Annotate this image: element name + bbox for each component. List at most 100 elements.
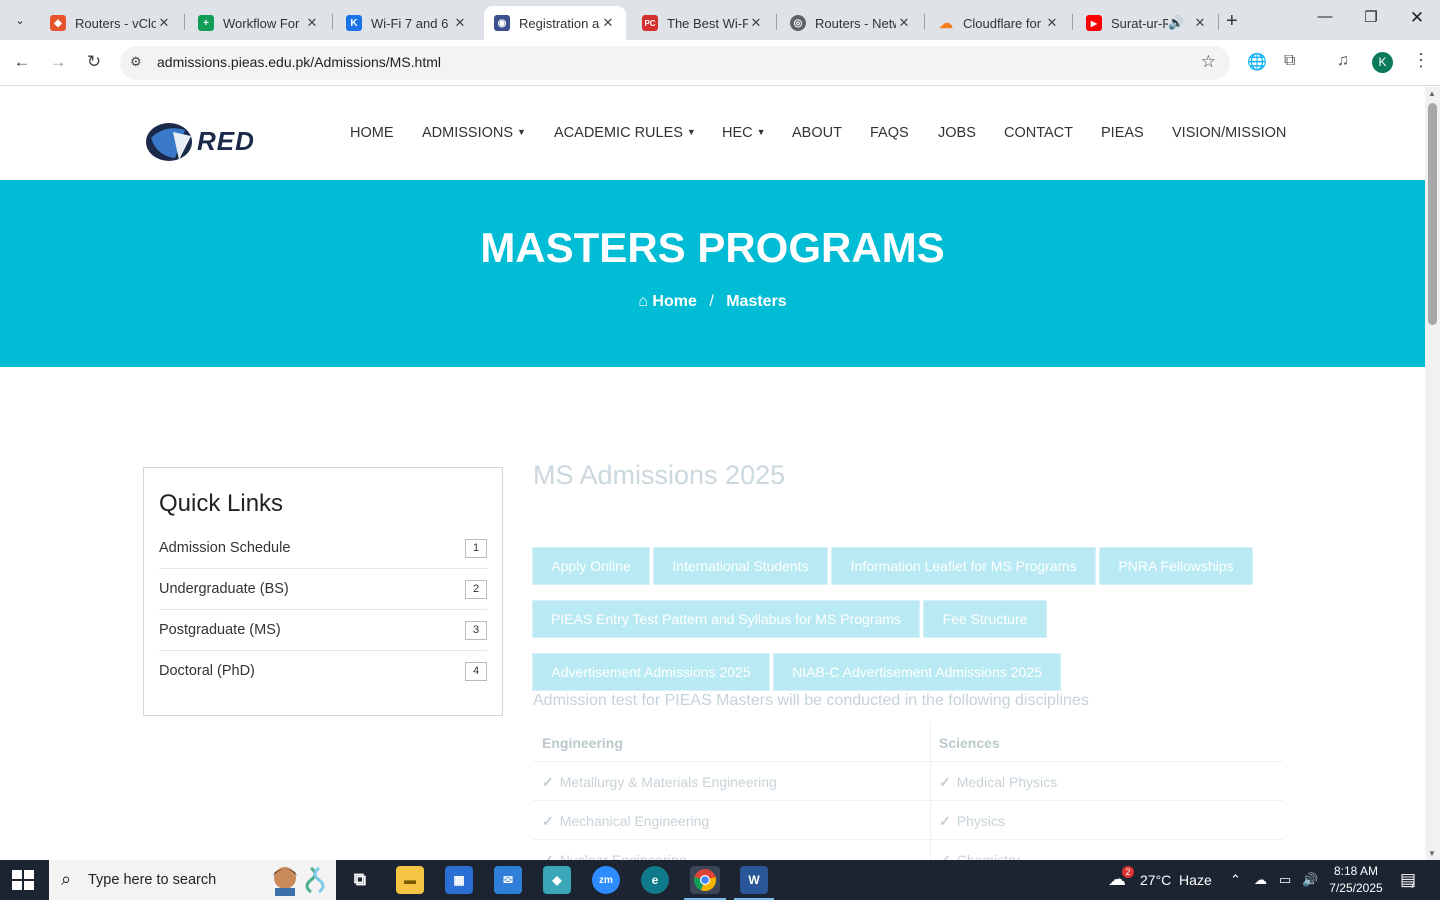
international-students-button[interactable]: International Students <box>653 547 828 585</box>
system-clock[interactable]: 8:18 AM 7/25/2025 <box>1322 863 1390 897</box>
nav-academic-rules[interactable]: ACADEMIC RULES ▼ <box>554 125 696 141</box>
restore-icon[interactable]: ❐ <box>1356 8 1386 26</box>
back-arrow-icon[interactable]: ← <box>11 52 33 72</box>
chrome-icon[interactable] <box>690 866 720 894</box>
profile-avatar[interactable]: K <box>1372 52 1393 73</box>
disciplines-note: Admission test for PIEAS Masters will be… <box>533 692 1089 709</box>
taskbar-search-box[interactable]: ⌕ Type here to search <box>49 860 336 900</box>
volume-icon[interactable]: 🔊 <box>1302 872 1318 888</box>
nav-vision-mission[interactable]: VISION/MISSION <box>1172 125 1286 141</box>
search-icon: ⌕ <box>61 869 72 889</box>
menu-kebab-icon[interactable]: ⋮ <box>1412 50 1430 71</box>
forward-arrow-icon[interactable]: → <box>47 52 69 72</box>
close-icon[interactable]: ✕ <box>304 15 320 31</box>
windows-start-icon[interactable] <box>12 870 34 890</box>
quick-links-panel: Quick Links Admission Schedule 1 Undergr… <box>143 467 503 716</box>
check-icon: ✓ <box>939 852 951 860</box>
store-icon[interactable]: ▦ <box>445 866 473 894</box>
nav-label: JOBS <box>938 125 976 141</box>
quick-link-item[interactable]: Undergraduate (BS) 2 <box>159 569 487 610</box>
file-explorer-icon[interactable]: ▬ <box>396 866 424 894</box>
bookmark-star-icon[interactable]: ☆ <box>1201 52 1216 72</box>
home-icon[interactable]: ⌂ <box>638 293 648 310</box>
nav-pieas[interactable]: PIEAS <box>1101 125 1144 141</box>
app-diamond-icon[interactable]: ◆ <box>543 866 571 894</box>
quick-link-badge: 3 <box>465 621 487 640</box>
breadcrumb-separator: / <box>709 293 714 310</box>
media-controls-icon[interactable]: ♫ <box>1337 52 1349 70</box>
browser-tab[interactable]: ◎ Routers - Netw ✕ <box>780 6 922 40</box>
nav-home[interactable]: HOME <box>350 125 394 141</box>
close-icon[interactable]: ✕ <box>156 15 172 31</box>
onedrive-cloud-icon[interactable]: ☁ <box>1254 872 1267 888</box>
quick-link-label: Doctoral (PhD) <box>159 663 255 679</box>
new-tab-plus-icon[interactable]: + <box>1226 10 1238 33</box>
tab-title: The Best Wi-Fi <box>667 15 748 31</box>
notification-count: 7 <box>1410 880 1416 890</box>
advertisement-button[interactable]: Advertisement Admissions 2025 <box>532 653 770 691</box>
task-view-icon[interactable]: ⧉ <box>346 866 374 894</box>
quick-link-item[interactable]: Postgraduate (MS) 3 <box>159 610 487 651</box>
nav-admissions[interactable]: ADMISSIONS ▼ <box>422 125 526 141</box>
close-icon[interactable]: ✕ <box>452 15 468 31</box>
nav-jobs[interactable]: JOBS <box>938 125 976 141</box>
browser-tab[interactable]: + Workflow For ✕ <box>188 6 330 40</box>
audio-icon[interactable]: 🔊 <box>1168 15 1184 31</box>
close-icon[interactable]: ✕ <box>896 15 912 31</box>
weather-text[interactable]: 27°C Haze <box>1140 872 1212 888</box>
close-icon[interactable]: ✕ <box>1192 15 1208 31</box>
fee-structure-button[interactable]: Fee Structure <box>923 600 1047 638</box>
scroll-down-icon[interactable]: ▼ <box>1428 849 1436 858</box>
niab-advertisement-button[interactable]: NIAB-C Advertisement Admissions 2025 <box>773 653 1061 691</box>
mail-icon[interactable]: ✉ <box>494 866 522 894</box>
browser-tab[interactable]: ▶ Surat-ur-R 🔊 ✕ <box>1076 6 1218 40</box>
close-icon[interactable]: ✕ <box>1044 15 1060 31</box>
url-text[interactable]: admissions.pieas.edu.pk/Admissions/MS.ht… <box>157 54 441 70</box>
scrollbar-thumb[interactable] <box>1428 103 1437 325</box>
pnra-fellowships-button[interactable]: PNRA Fellowships <box>1099 547 1253 585</box>
table-cell: ✓ Metallurgy & Materials Engineering <box>533 762 930 801</box>
web-page: RED HOME ADMISSIONS ▼ ACADEMIC RULES ▼ HEC… <box>0 87 1425 860</box>
word-icon[interactable]: W <box>740 866 768 894</box>
page-scrollbar[interactable]: ▲ ▼ <box>1425 87 1440 860</box>
minimize-icon[interactable]: — <box>1310 8 1340 25</box>
tray-chevron-icon[interactable]: ⌃ <box>1230 872 1241 888</box>
nav-faqs[interactable]: FAQS <box>870 125 909 141</box>
browser-tab[interactable]: PC The Best Wi-Fi ✕ <box>632 6 774 40</box>
quick-link-item[interactable]: Doctoral (PhD) 4 <box>159 651 487 692</box>
tab-favicon-icon: ◉ <box>494 15 510 31</box>
close-icon[interactable]: ✕ <box>600 15 616 31</box>
scroll-up-icon[interactable]: ▲ <box>1428 89 1436 98</box>
info-leaflet-button[interactable]: Information Leaflet for MS Programs <box>831 547 1096 585</box>
edge-icon[interactable]: e <box>641 866 669 894</box>
network-icon[interactable]: ▭ <box>1279 872 1291 888</box>
reload-icon[interactable]: ↻ <box>83 52 105 72</box>
browser-tab[interactable]: K Wi-Fi 7 and 6 ✕ <box>336 6 478 40</box>
tab-title: Routers - vClo <box>75 15 156 31</box>
browser-tab-active[interactable]: ◉ Registration a ✕ <box>484 6 626 40</box>
nav-hec[interactable]: HEC ▼ <box>722 125 766 141</box>
tab-favicon-icon: K <box>346 15 362 31</box>
translate-globe-icon[interactable]: 🌐 <box>1247 52 1267 72</box>
breadcrumb-home-link[interactable]: Home <box>652 293 696 310</box>
entry-test-syllabus-button[interactable]: PIEAS Entry Test Pattern and Syllabus fo… <box>532 600 920 638</box>
nav-label: ABOUT <box>792 125 842 141</box>
tab-search-chevron-icon[interactable]: ⌄ <box>8 8 32 32</box>
apply-online-button[interactable]: Apply Online <box>532 547 650 585</box>
window-close-icon[interactable]: ✕ <box>1402 8 1432 28</box>
address-bar[interactable]: ⚙ admissions.pieas.edu.pk/Admissions/MS.… <box>120 46 1230 80</box>
close-icon[interactable]: ✕ <box>748 15 764 31</box>
clock-time: 8:18 AM <box>1333 864 1379 878</box>
tab-favicon-icon: + <box>198 15 214 31</box>
quick-link-item[interactable]: Admission Schedule 1 <box>159 528 487 569</box>
nav-contact[interactable]: CONTACT <box>1004 125 1073 141</box>
tab-title: Registration a <box>519 15 600 31</box>
site-logo[interactable]: RED <box>145 122 270 162</box>
browser-tab[interactable]: ☁ Cloudflare for ✕ <box>928 6 1070 40</box>
zoom-icon[interactable]: zm <box>592 866 620 894</box>
table-cell: ✓ Nuclear Engineering <box>533 840 930 860</box>
browser-tab[interactable]: ◆ Routers - vClo ✕ <box>40 6 182 40</box>
nav-about[interactable]: ABOUT <box>792 125 842 141</box>
extensions-puzzle-icon[interactable]: ⧉ <box>1284 52 1295 70</box>
site-info-icon[interactable]: ⚙ <box>130 54 142 70</box>
